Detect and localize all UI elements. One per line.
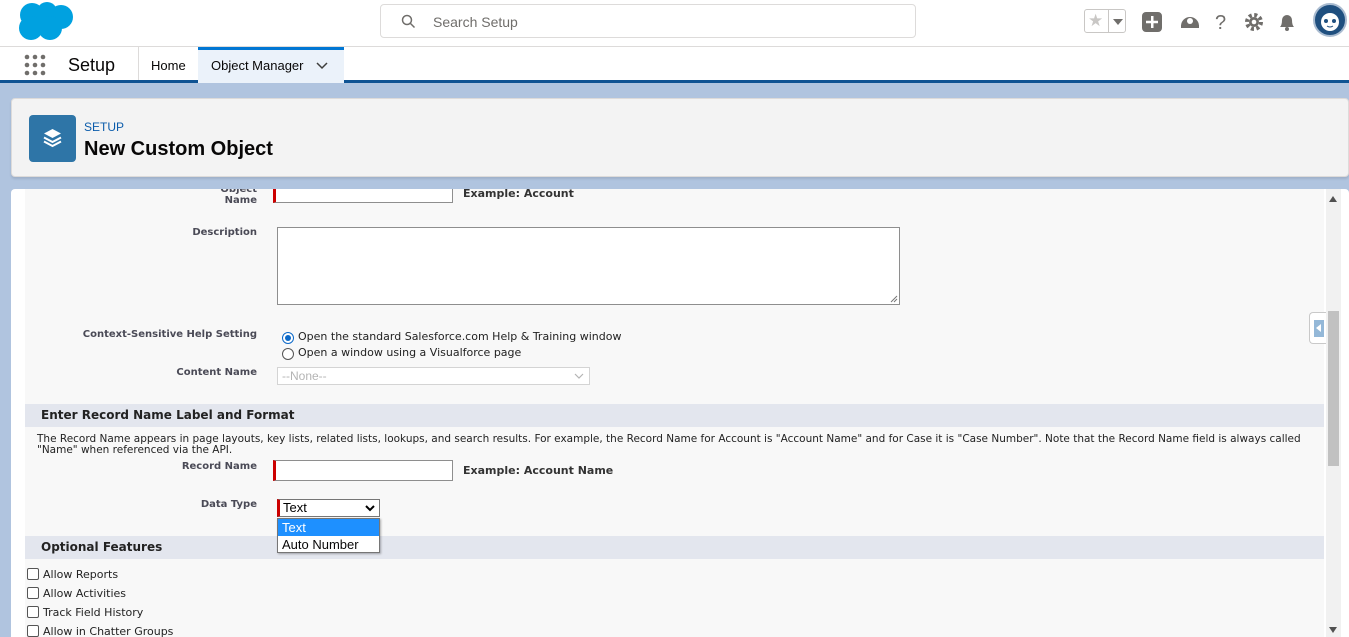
allow-in-chatter-groups-row: Allow in Chatter Groups	[27, 625, 173, 637]
data-type-select[interactable]: Text	[277, 499, 380, 517]
global-header: Search Setup ★ ?	[0, 0, 1349, 47]
allow-activities-label: Allow Activities	[43, 587, 127, 600]
tab-object-manager[interactable]: Object Manager	[198, 47, 344, 83]
user-avatar[interactable]	[1313, 3, 1347, 37]
help-option-standard-label: Open the standard Salesforce.com Help & …	[298, 330, 622, 343]
description-label: Description	[192, 227, 257, 238]
data-type-option-text[interactable]: Text	[278, 519, 379, 536]
scrollbar-thumb[interactable]	[1328, 311, 1339, 466]
content-name-value: --None--	[282, 369, 327, 383]
allow-reports-label: Allow Reports	[43, 568, 119, 581]
help-option-visualforce-radio[interactable]	[282, 348, 294, 360]
allow-reports-checkbox[interactable]	[27, 568, 39, 580]
allow-reports-row: Allow Reports	[27, 568, 118, 581]
track-field-history-row: Track Field History	[27, 606, 143, 619]
content-name-label: Content Name	[176, 367, 257, 378]
content-name-select: --None--	[277, 367, 590, 385]
data-type-dropdown-list: Text Auto Number	[277, 518, 380, 553]
favorites-button[interactable]: ★	[1084, 9, 1126, 33]
page-scrollbar[interactable]	[1326, 189, 1341, 637]
optional-features-section-header: Optional Features	[25, 536, 1324, 559]
salesforce-cloud-logo[interactable]	[16, 1, 74, 42]
search-icon	[401, 14, 416, 29]
data-type-selected-value: Text	[283, 500, 307, 515]
favorites-star-icon[interactable]: ★	[1088, 11, 1103, 31]
object-name-example: Example: Account	[463, 189, 574, 200]
scroll-up-arrow-icon[interactable]	[1329, 196, 1337, 202]
record-name-example: Example: Account Name	[463, 464, 614, 477]
record-name-help-text: The Record Name appears in page layouts,…	[37, 433, 1301, 456]
allow-activities-checkbox[interactable]	[27, 587, 39, 599]
search-input[interactable]: Search Setup	[433, 14, 518, 30]
allow-in-chatter-groups-label: Allow in Chatter Groups	[43, 625, 174, 637]
data-type-option-auto-number[interactable]: Auto Number	[278, 536, 379, 553]
global-actions-plus-icon[interactable]	[1141, 11, 1163, 33]
side-panel-toggle-icon[interactable]	[1309, 312, 1326, 344]
chevron-down-icon[interactable]	[316, 62, 328, 70]
record-name-input[interactable]	[273, 460, 453, 481]
help-option-standard-radio[interactable]	[282, 332, 294, 344]
page-header: SETUP New Custom Object	[11, 98, 1349, 177]
help-option-visualforce-label: Open a window using a Visualforce page	[298, 346, 522, 359]
notifications-bell-icon[interactable]	[1276, 11, 1298, 33]
app-name: Setup	[68, 55, 116, 75]
astro-avatar-icon	[1321, 13, 1339, 31]
chevron-down-icon	[574, 373, 584, 379]
help-question-icon[interactable]: ?	[1211, 11, 1233, 33]
chevron-down-icon[interactable]	[365, 505, 375, 512]
help-setting-label: Context-Sensitive Help Setting	[82, 329, 257, 340]
data-type-label: Data Type	[200, 499, 257, 510]
resize-grip-icon[interactable]	[890, 295, 898, 303]
track-field-history-checkbox[interactable]	[27, 606, 39, 618]
record-name-label: Record Name	[181, 461, 257, 472]
app-launcher-waffle-icon[interactable]	[24, 54, 46, 76]
scroll-down-arrow-icon[interactable]	[1329, 627, 1337, 633]
object-name-label: Object Name	[220, 189, 257, 206]
record-name-section-header: Enter Record Name Label and Format	[25, 404, 1324, 427]
setup-gear-icon[interactable]	[1243, 11, 1265, 33]
description-textarea[interactable]	[277, 227, 900, 305]
allow-in-chatter-groups-checkbox[interactable]	[27, 625, 39, 637]
favorites-dropdown-icon[interactable]	[1108, 10, 1126, 32]
track-field-history-label: Track Field History	[43, 606, 144, 619]
tab-home[interactable]: Home	[138, 47, 198, 80]
page-title: New Custom Object	[84, 138, 273, 160]
context-bar: Setup Home Object Manager	[0, 47, 1349, 83]
custom-object-stack-icon	[29, 115, 76, 162]
tab-object-manager-label: Object Manager	[211, 58, 304, 73]
allow-activities-row: Allow Activities	[27, 587, 126, 600]
svg-text:?: ?	[1215, 12, 1226, 33]
content-card: Object Name Example: Account Description…	[11, 189, 1349, 637]
trailhead-guidance-icon[interactable]	[1179, 11, 1201, 33]
page-eyebrow[interactable]: SETUP	[84, 120, 124, 134]
search-box[interactable]: Search Setup	[380, 4, 916, 38]
object-name-input[interactable]	[273, 189, 453, 203]
custom-object-form: Object Name Example: Account Description…	[25, 189, 1324, 637]
